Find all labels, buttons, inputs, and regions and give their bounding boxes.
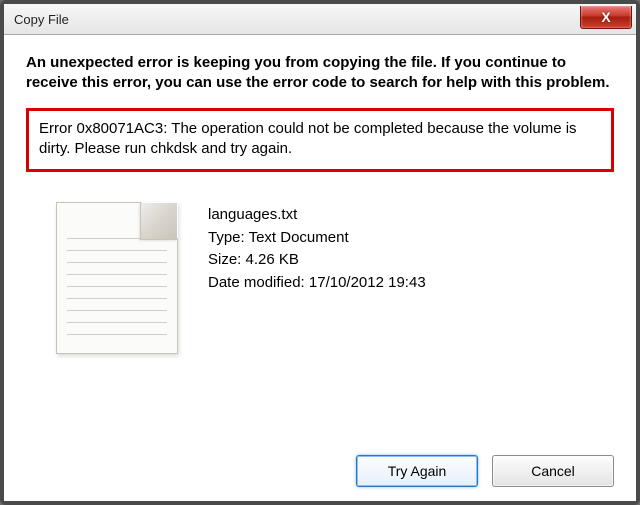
close-icon: X	[601, 10, 610, 24]
dialog-window: Copy File X An unexpected error is keepi…	[0, 0, 640, 505]
error-text: Error 0x80071AC3: The operation could no…	[39, 120, 577, 157]
button-row: Try Again Cancel	[26, 441, 614, 487]
text-file-icon	[56, 202, 178, 354]
try-again-button[interactable]: Try Again	[356, 455, 478, 487]
try-again-label: Try Again	[388, 463, 447, 479]
file-details: languages.txt Type: Text Document Size: …	[208, 202, 426, 294]
cancel-button[interactable]: Cancel	[492, 455, 614, 487]
error-message-box: Error 0x80071AC3: The operation could no…	[26, 108, 614, 173]
close-button[interactable]: X	[580, 6, 632, 29]
intro-text: An unexpected error is keeping you from …	[26, 53, 614, 94]
file-type: Type: Text Document	[208, 227, 426, 250]
cancel-label: Cancel	[531, 463, 575, 479]
file-name: languages.txt	[208, 204, 426, 227]
file-size: Size: 4.26 KB	[208, 249, 426, 272]
file-modified: Date modified: 17/10/2012 19:43	[208, 272, 426, 295]
file-info-row: languages.txt Type: Text Document Size: …	[26, 202, 614, 354]
titlebar: Copy File X	[4, 4, 636, 35]
dialog-body: An unexpected error is keeping you from …	[4, 35, 636, 501]
window-title: Copy File	[14, 12, 69, 27]
